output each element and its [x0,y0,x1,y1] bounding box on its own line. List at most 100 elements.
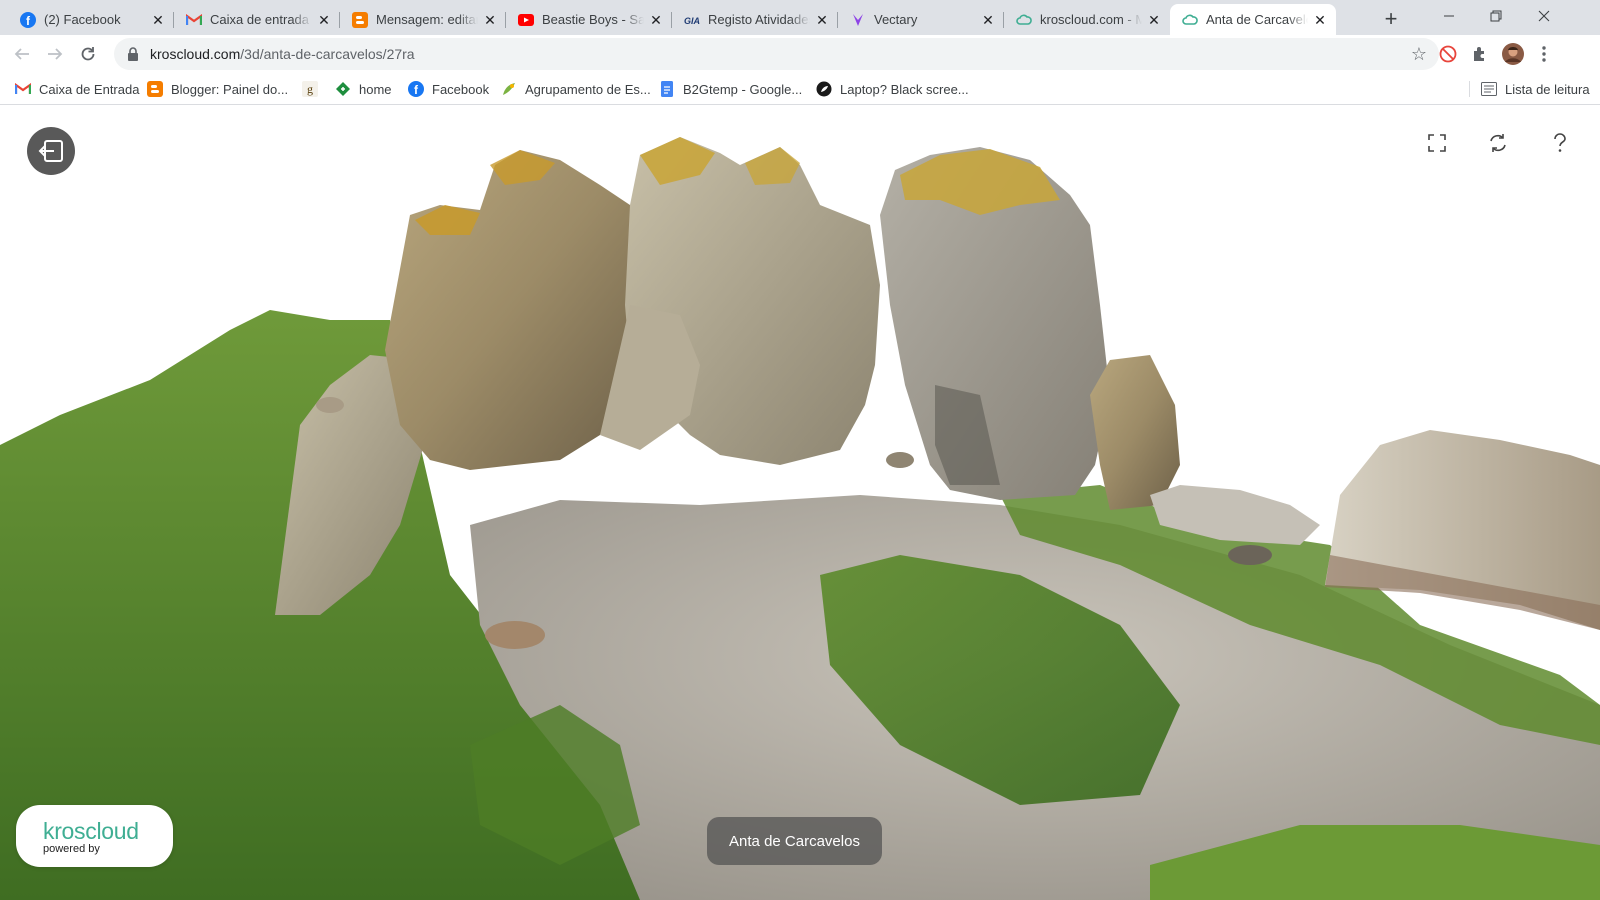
tab-strip: f (2) Facebook ✕ Caixa de entrada ( ✕ Me… [0,0,1600,35]
close-icon[interactable]: ✕ [150,12,166,28]
bookmark-gmail[interactable]: Caixa de Entrada [15,79,139,99]
close-icon[interactable]: ✕ [1146,12,1162,28]
fullscreen-button[interactable] [1423,129,1451,157]
close-window-button[interactable] [1520,0,1568,32]
url-path: /3d/anta-de-carcavelos/27ra [240,46,415,62]
bookmark-blogger[interactable]: Blogger: Painel do... [147,79,288,99]
kroscloud-logo[interactable]: kroscloud powered by [16,805,173,867]
new-tab-button[interactable]: + [1377,6,1405,34]
bookmark-label: Blogger: Painel do... [171,81,289,97]
browser-toolbar: kroscloud.com/3d/anta-de-carcavelos/27ra… [0,35,1600,73]
svg-text:GIAE: GIAE [684,16,700,25]
site-icon [816,81,832,97]
facebook-icon: f [20,11,36,28]
school-icon [501,81,517,97]
tab-facebook[interactable]: f (2) Facebook ✕ [8,4,174,35]
tab-title: Anta de Carcavelo [1206,12,1308,27]
extensions-puzzle-icon[interactable] [1468,42,1492,66]
brand-name: kroscloud [43,818,139,844]
bookmark-label: Agrupamento de Es... [525,81,651,97]
model-title-caption: Anta de Carcavelos [707,817,882,865]
url-text: kroscloud.com/3d/anta-de-carcavelos/27ra [150,46,415,62]
blogger-icon [147,81,163,97]
exit-viewer-button[interactable] [27,127,75,175]
bookmarks-divider [1469,81,1470,97]
facebook-icon: f [408,81,424,97]
goodreads-icon: g [302,81,318,97]
blogger-icon [352,11,368,28]
kroscloud-icon [1182,12,1198,28]
close-icon[interactable]: ✕ [1312,12,1328,28]
gmail-icon [186,12,202,28]
close-icon[interactable]: ✕ [482,12,498,28]
model-title: Anta de Carcavelos [729,832,860,850]
arrow-right-icon [48,48,63,60]
tab-blogger[interactable]: Mensagem: editar ✕ [340,4,506,35]
bookmark-label: B2Gtemp - Google... [683,81,803,97]
bookmarks-bar: Caixa de Entrada Blogger: Painel do... g… [0,73,1600,105]
minimize-button[interactable] [1425,0,1473,32]
browser-window: f (2) Facebook ✕ Caixa de entrada ( ✕ Me… [0,0,1600,900]
bookmark-label: Facebook [432,81,490,97]
bookmark-b2gtemp[interactable]: B2Gtemp - Google... [659,79,802,99]
fullscreen-icon [1428,134,1446,152]
tab-vectary[interactable]: Vectary ✕ [838,4,1004,35]
back-button[interactable] [8,40,36,68]
powered-by-label: powered by [43,843,100,855]
menu-kebab-icon[interactable] [1532,42,1556,66]
tab-youtube[interactable]: Beastie Boys - Sab ✕ [506,4,672,35]
reload-button[interactable] [74,40,102,68]
home-diamond-icon [335,81,351,97]
close-icon [1538,10,1550,22]
reset-view-button[interactable] [1484,129,1512,157]
minimize-icon [1444,15,1454,17]
tab-giae[interactable]: GIAE Registo Atividades ✕ [672,4,838,35]
tab-title: kroscloud.com - M [1040,12,1142,27]
giae-icon: GIAE [684,12,700,28]
youtube-icon [518,12,534,28]
rotate-icon [1490,134,1506,152]
tab-anta-de-carcavelos[interactable]: Anta de Carcavelo ✕ [1170,4,1336,35]
bookmark-laptop[interactable]: Laptop? Black scree... [816,79,969,99]
vectary-icon [850,12,866,28]
help-icon [1554,133,1566,152]
bookmark-label: home [359,81,392,97]
bookmark-label: Laptop? Black scree... [840,81,969,97]
reading-list-button[interactable]: Lista de leitura [1481,79,1590,99]
profile-avatar[interactable] [1501,42,1525,66]
bookmark-facebook[interactable]: f Facebook [408,79,489,99]
close-icon[interactable]: ✕ [316,12,332,28]
google-docs-icon [659,81,675,97]
url-host: kroscloud.com [150,46,241,62]
reload-icon [81,47,95,61]
tab-title: Caixa de entrada ( [210,12,312,27]
close-icon[interactable]: ✕ [648,12,664,28]
close-icon[interactable]: ✕ [814,12,830,28]
address-bar[interactable]: kroscloud.com/3d/anta-de-carcavelos/27ra… [114,38,1439,70]
tab-title: Vectary [874,12,918,27]
kroscloud-icon [1016,12,1032,28]
help-button[interactable] [1546,129,1574,157]
tab-kroscloud[interactable]: kroscloud.com - M ✕ [1004,4,1170,35]
tab-title: Beastie Boys - Sab [542,12,644,27]
reading-list-icon [1481,81,1497,97]
bookmark-home[interactable]: home [335,79,392,99]
bookmark-agrupamento[interactable]: Agrupamento de Es... [501,79,651,99]
restore-button[interactable] [1472,0,1520,32]
bookmark-goodreads[interactable]: g [302,79,326,99]
tab-gmail[interactable]: Caixa de entrada ( ✕ [174,4,340,35]
gmail-icon [15,81,31,97]
arrow-left-icon [14,48,29,60]
model-viewer[interactable]: kroscloud powered by Anta de Carcavelos [0,105,1600,900]
lock-icon [124,45,142,63]
reading-list-label: Lista de leitura [1505,81,1590,97]
extension-blocker-icon[interactable] [1436,42,1460,66]
bookmark-star-icon[interactable]: ☆ [1409,44,1429,64]
anta-3d-model[interactable] [0,105,1600,900]
forward-button[interactable] [41,40,69,68]
close-icon[interactable]: ✕ [980,12,996,28]
tab-title: Registo Atividades [708,12,810,27]
svg-text:g: g [307,82,313,96]
restore-icon [1490,10,1502,22]
tab-title: (2) Facebook [44,12,121,27]
